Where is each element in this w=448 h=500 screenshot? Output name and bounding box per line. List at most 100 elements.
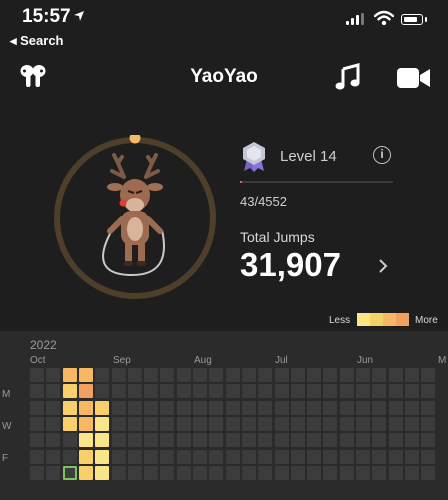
heatmap-cell[interactable] [290,416,305,431]
heatmap-cell[interactable] [176,433,191,448]
heatmap-cell[interactable] [46,384,61,399]
heatmap-cell[interactable] [388,465,403,480]
heatmap-cell[interactable] [111,449,126,464]
heatmap-cell[interactable] [323,433,338,448]
heatmap-cell[interactable] [193,449,207,464]
heatmap-cell[interactable] [30,465,44,480]
heatmap-cell[interactable] [176,400,191,415]
heatmap-cell[interactable] [404,449,419,464]
heatmap-cell[interactable] [209,368,224,382]
heatmap-cell[interactable] [193,368,207,382]
heatmap-cell[interactable] [95,384,110,399]
heatmap-cell[interactable] [62,384,77,399]
heatmap-cell[interactable] [193,465,207,480]
heatmap-cell[interactable] [241,400,256,415]
heatmap-cell[interactable] [339,465,354,480]
heatmap-cell[interactable] [144,384,159,399]
heatmap-cell[interactable] [274,368,289,382]
heatmap-cell[interactable] [144,449,159,464]
heatmap-cell[interactable] [78,465,93,480]
heatmap-cell[interactable] [307,465,322,480]
heatmap-cell[interactable] [78,368,93,382]
heatmap-cell[interactable] [176,384,191,399]
heatmap-cell[interactable] [111,384,126,399]
heatmap-cell[interactable] [372,400,387,415]
heatmap-cell[interactable] [225,368,240,382]
heatmap-cell[interactable] [356,449,370,464]
music-icon[interactable] [334,63,362,96]
heatmap-cell[interactable] [62,449,77,464]
heatmap-cell[interactable] [290,465,305,480]
heatmap-cell[interactable] [46,449,61,464]
heatmap-cell[interactable] [421,384,436,399]
heatmap-cell[interactable] [258,449,273,464]
heatmap-cell[interactable] [144,465,159,480]
heatmap-cell[interactable] [144,368,159,382]
heatmap-cell[interactable] [127,416,142,431]
heatmap-cell[interactable] [290,433,305,448]
heatmap-cell[interactable] [30,416,44,431]
heatmap-cell[interactable] [388,416,403,431]
total-jumps-value[interactable]: 31,907 [240,246,341,284]
heatmap-cell[interactable] [307,368,322,382]
heatmap-cell[interactable] [241,465,256,480]
heatmap-cell[interactable] [193,400,207,415]
heatmap-cell[interactable] [404,465,419,480]
heatmap-cell[interactable] [356,433,370,448]
heatmap-cell[interactable] [160,433,175,448]
heatmap-cell[interactable] [111,416,126,431]
heatmap-cell[interactable] [95,400,110,415]
heatmap-cell[interactable] [258,400,273,415]
heatmap-cell[interactable] [258,416,273,431]
heatmap-cell[interactable] [225,433,240,448]
heatmap-cell[interactable] [144,400,159,415]
heatmap-cell[interactable] [160,400,175,415]
heatmap-cell[interactable] [95,416,110,431]
heatmap-cell[interactable] [323,384,338,399]
heatmap-cell[interactable] [356,416,370,431]
heatmap-cell[interactable] [307,400,322,415]
heatmap-cell[interactable] [78,416,93,431]
heatmap-cell[interactable] [290,368,305,382]
heatmap-cell[interactable] [388,368,403,382]
heatmap-cell[interactable] [225,400,240,415]
heatmap-cell[interactable] [372,433,387,448]
heatmap-cell[interactable] [209,449,224,464]
heatmap-cell[interactable] [323,449,338,464]
heatmap-cell[interactable] [176,416,191,431]
heatmap-cell[interactable] [176,465,191,480]
heatmap-cell[interactable] [372,384,387,399]
heatmap-cell[interactable] [356,400,370,415]
heatmap-cell[interactable] [127,368,142,382]
heatmap-cell[interactable] [356,384,370,399]
heatmap-cell[interactable] [421,465,436,480]
heatmap-cell[interactable] [225,465,240,480]
heatmap-cell[interactable] [241,449,256,464]
heatmap-cell[interactable] [30,449,44,464]
heatmap-cell[interactable] [307,449,322,464]
heatmap-cell[interactable] [421,368,436,382]
heatmap-cell[interactable] [372,416,387,431]
heatmap-cell[interactable] [209,433,224,448]
heatmap-cell[interactable] [209,384,224,399]
heatmap-cell[interactable] [339,384,354,399]
heatmap-cell[interactable] [258,433,273,448]
heatmap-cell[interactable] [160,416,175,431]
heatmap-cell[interactable] [421,433,436,448]
heatmap-cell[interactable] [62,368,77,382]
heatmap-cell[interactable] [95,465,110,480]
heatmap-cell[interactable] [323,368,338,382]
heatmap-cell[interactable] [78,400,93,415]
heatmap-cell[interactable] [30,368,44,382]
heatmap-cell[interactable] [339,400,354,415]
heatmap-cell[interactable] [258,465,273,480]
heatmap-cell[interactable] [193,433,207,448]
heatmap-cell[interactable] [95,368,110,382]
heatmap-cell[interactable] [127,465,142,480]
heatmap-cell[interactable] [193,416,207,431]
heatmap-cell[interactable] [111,400,126,415]
heatmap-cell[interactable] [78,433,93,448]
heatmap-cell[interactable] [127,449,142,464]
heatmap-cell[interactable] [46,465,61,480]
heatmap-cell[interactable] [176,449,191,464]
